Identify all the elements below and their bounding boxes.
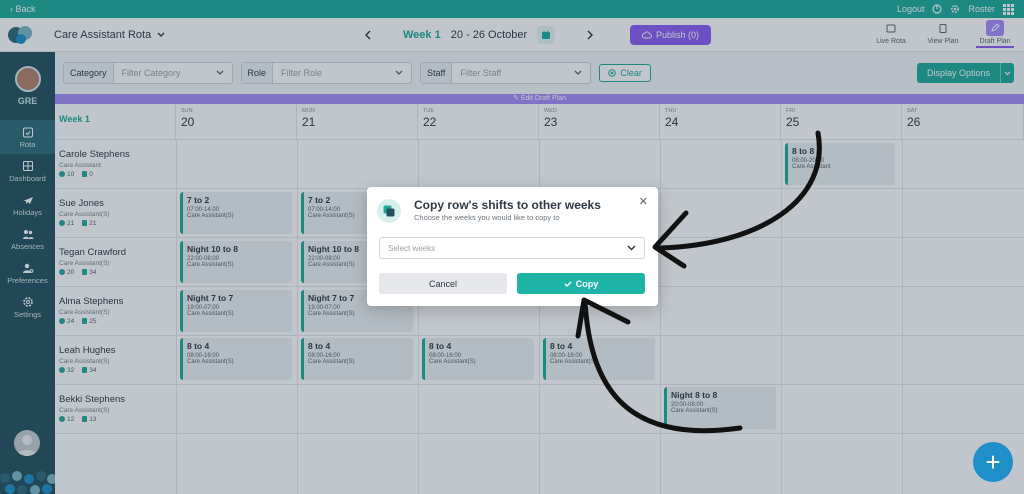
select-weeks-placeholder: Select weeks: [388, 243, 436, 253]
copy-icon: [377, 199, 401, 223]
dialog-title: Copy row's shifts to other weeks: [414, 198, 601, 212]
add-shift-button[interactable]: +: [973, 442, 1013, 482]
cancel-button[interactable]: Cancel: [379, 273, 507, 294]
close-icon[interactable]: ✕: [639, 195, 648, 208]
select-weeks-dropdown[interactable]: Select weeks: [379, 237, 645, 259]
copy-shifts-dialog: Copy row's shifts to other weeks Choose …: [367, 187, 658, 306]
dialog-subtitle: Choose the weeks you would like to copy …: [414, 213, 560, 222]
copy-label: Copy: [575, 278, 599, 289]
copy-button[interactable]: Copy: [517, 273, 645, 294]
checkmark-icon: [564, 281, 572, 287]
chevron-down-icon: [627, 245, 636, 251]
